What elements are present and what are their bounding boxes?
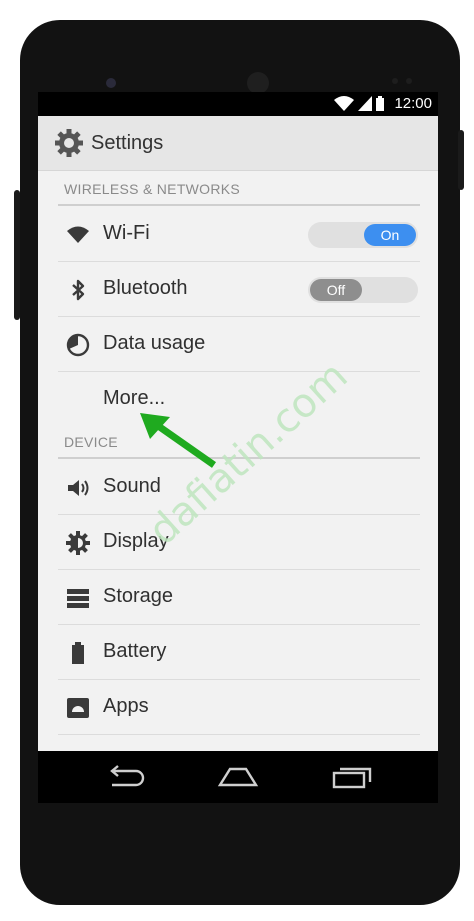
settings-item-display[interactable]: Display [58,516,420,570]
section-divider [58,204,420,206]
sound-icon [68,480,89,496]
action-bar: Settings [38,116,438,171]
status-time: 12:00 [394,95,432,112]
settings-item-apps[interactable]: Apps [58,681,420,735]
navigation-bar [38,751,438,803]
row-divider [58,679,420,680]
row-divider [58,371,420,372]
row-divider [58,734,420,735]
wifi-status-icon [334,96,354,111]
apps-icon [67,698,89,718]
wifi-toggle[interactable]: On [308,222,418,248]
recents-icon[interactable] [330,763,374,791]
signal-icon [358,96,372,111]
front-camera [106,78,116,88]
bluetooth-icon [72,279,85,301]
apps-label: Apps [103,695,149,717]
settings-item-storage[interactable]: Storage [58,571,420,625]
gear-icon [55,129,83,157]
data-usage-icon [66,333,90,357]
row-divider [58,316,420,317]
earpiece-speaker [247,72,269,94]
settings-item-more[interactable]: More... [58,373,420,427]
storage-icon [67,589,89,608]
battery-status-icon [376,96,384,111]
home-icon[interactable] [216,763,260,791]
page-title: Settings [91,132,164,154]
status-bar: 12:00 [38,92,438,116]
wifi-label: Wi-Fi [103,222,150,244]
settings-item-data-usage[interactable]: Data usage [58,318,420,372]
volume-button [14,190,20,320]
row-divider [58,261,420,262]
battery-icon [72,642,84,664]
data-usage-label: Data usage [103,332,206,354]
settings-item-bluetooth[interactable]: Bluetooth Off [58,263,420,317]
row-divider [58,514,420,515]
row-divider [58,624,420,625]
wifi-toggle-state: On [364,224,416,246]
power-button [458,130,464,190]
sound-label: Sound [103,475,161,497]
settings-item-wifi[interactable]: Wi-Fi On [58,208,420,262]
settings-item-battery[interactable]: Battery [58,626,420,680]
bluetooth-label: Bluetooth [103,277,188,299]
sensor-dot [392,78,398,84]
display-icon [66,531,90,555]
battery-label: Battery [103,640,167,662]
back-icon[interactable] [106,763,146,791]
wifi-icon [67,226,89,243]
row-divider [58,569,420,570]
bluetooth-toggle[interactable]: Off [308,277,418,303]
section-header-wireless: WIRELESS & NETWORKS [64,181,241,197]
storage-label: Storage [103,585,174,607]
bluetooth-toggle-state: Off [310,279,362,301]
sensor-dot [406,78,412,84]
